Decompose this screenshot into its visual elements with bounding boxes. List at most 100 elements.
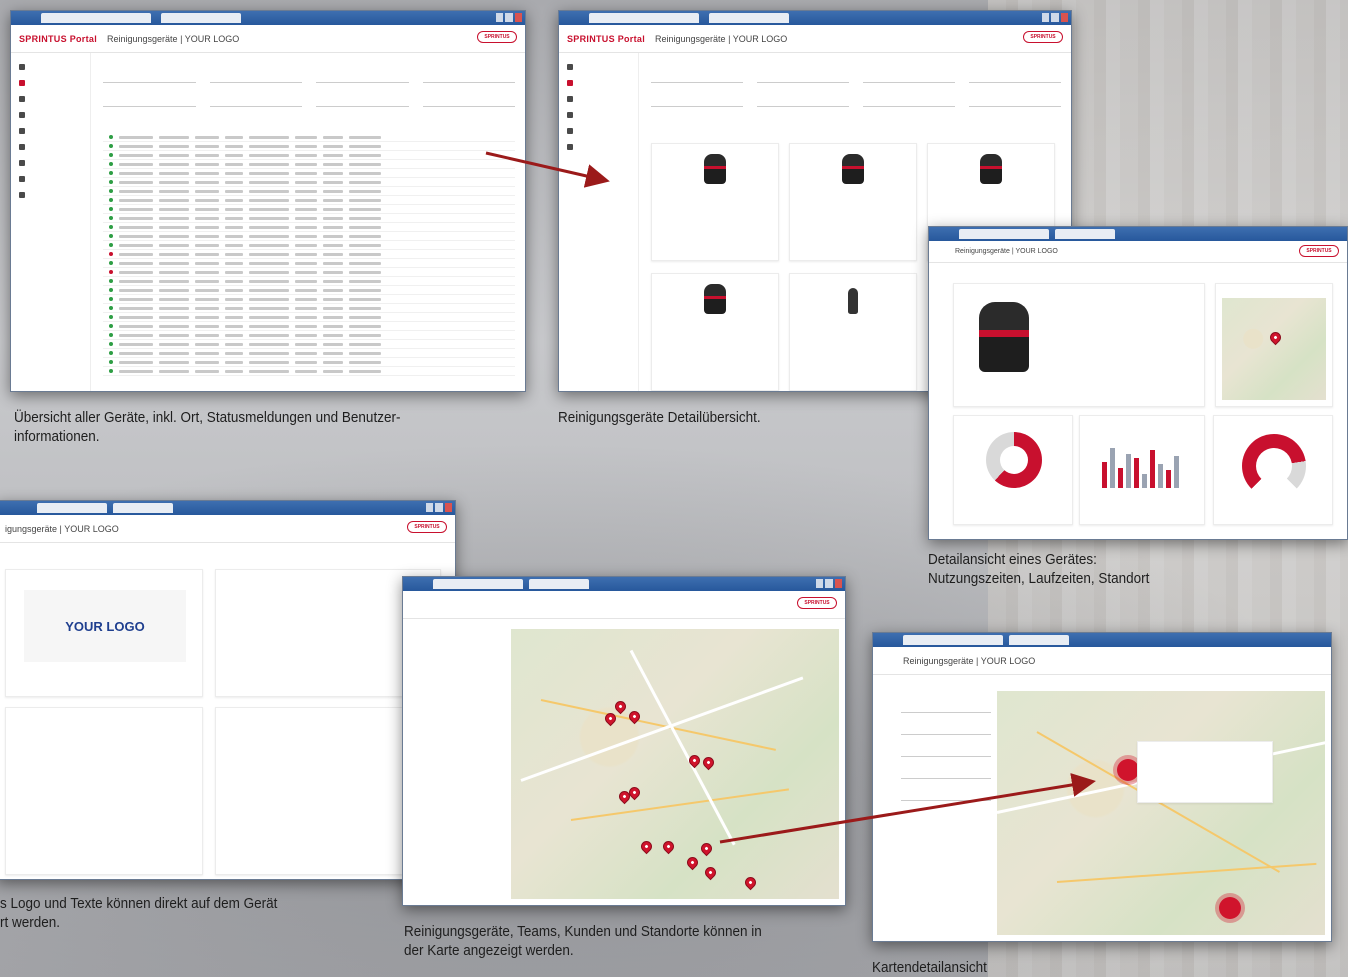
- app-header: igungsgeräte | YOUR LOGO SPRINTUS: [0, 515, 455, 543]
- filter-field[interactable]: [757, 73, 849, 83]
- table-row[interactable]: [103, 196, 515, 205]
- filter-field[interactable]: [103, 73, 196, 83]
- filter-field[interactable]: [209, 97, 302, 107]
- sidebar: [559, 53, 639, 391]
- filter-field[interactable]: [422, 73, 515, 83]
- sidebar-item-customers[interactable]: [559, 123, 638, 139]
- filter-field[interactable]: [863, 73, 955, 83]
- sidebar-item-admin[interactable]: [11, 187, 90, 203]
- donut-chart: [986, 432, 1042, 488]
- page-title: Reinigungsgeräte | YOUR LOGO: [903, 655, 1036, 666]
- vacuum-icon: [567, 80, 573, 86]
- table-row[interactable]: [103, 250, 515, 259]
- sidebar-item-tools[interactable]: [11, 171, 90, 187]
- sidebar-item-users[interactable]: [11, 107, 90, 123]
- caption-detail-overview: Reinigungsgeräte Detailübersicht.: [558, 409, 761, 426]
- table-row[interactable]: [103, 214, 515, 223]
- table-row[interactable]: [103, 178, 515, 187]
- filter-field[interactable]: [901, 747, 991, 757]
- filter-field[interactable]: [901, 791, 991, 801]
- filter-field[interactable]: [651, 73, 743, 83]
- sidebar-item-overview[interactable]: [559, 59, 638, 75]
- table-row[interactable]: [103, 133, 515, 142]
- table-row[interactable]: [103, 223, 515, 232]
- chart-icon: [19, 144, 25, 150]
- table-row[interactable]: [103, 349, 515, 358]
- app-header: Reinigungsgeräte | YOUR LOGO: [873, 647, 1331, 675]
- window-controls[interactable]: [816, 579, 842, 588]
- status-dot-icon: [109, 225, 113, 229]
- table-row[interactable]: [103, 340, 515, 349]
- table-row[interactable]: [103, 169, 515, 178]
- filter-field[interactable]: [316, 97, 409, 107]
- sidebar-item-devices[interactable]: [11, 75, 90, 91]
- filter-field[interactable]: [209, 73, 302, 83]
- table-row[interactable]: [103, 187, 515, 196]
- table-row[interactable]: [103, 268, 515, 277]
- device-card[interactable]: [789, 143, 917, 261]
- table-row[interactable]: [103, 367, 515, 376]
- sidebar-item-customers[interactable]: [11, 123, 90, 139]
- table-row[interactable]: [103, 286, 515, 295]
- sidebar-item-teams[interactable]: [559, 91, 638, 107]
- table-row[interactable]: [103, 241, 515, 250]
- filter-field[interactable]: [422, 97, 515, 107]
- germany-map[interactable]: [511, 629, 839, 899]
- filter-field[interactable]: [757, 97, 849, 107]
- status-dot-icon: [109, 351, 113, 355]
- status-dot-icon: [109, 207, 113, 211]
- filter-field[interactable]: [901, 703, 991, 713]
- sidebar-item-reports[interactable]: [11, 155, 90, 171]
- table-row[interactable]: [103, 277, 515, 286]
- cluster-popup: [1137, 741, 1273, 803]
- tools-icon: [19, 176, 25, 182]
- filter-field[interactable]: [651, 97, 743, 107]
- sidebar-item-stats[interactable]: [11, 139, 90, 155]
- vacuum-image: [979, 302, 1029, 372]
- device-card[interactable]: [789, 273, 917, 391]
- table-row[interactable]: [103, 331, 515, 340]
- city-map[interactable]: [996, 691, 1330, 935]
- filter-field[interactable]: [863, 97, 955, 107]
- table-row[interactable]: [103, 358, 515, 367]
- team-icon: [567, 96, 573, 102]
- window-controls[interactable]: [426, 503, 452, 512]
- status-dot-icon: [109, 324, 113, 328]
- window-controls[interactable]: [1042, 13, 1068, 22]
- sidebar-item-stats[interactable]: [559, 139, 638, 155]
- table-row[interactable]: [103, 205, 515, 214]
- device-card[interactable]: [651, 143, 779, 261]
- table-row[interactable]: [103, 313, 515, 322]
- sidebar-item-overview[interactable]: [11, 59, 90, 75]
- cluster-marker[interactable]: [1117, 759, 1139, 781]
- sidebar-item-devices[interactable]: [559, 75, 638, 91]
- cluster-marker[interactable]: [1219, 897, 1241, 919]
- table-row[interactable]: [103, 304, 515, 313]
- filter-field[interactable]: [901, 769, 991, 779]
- filter-field[interactable]: [316, 73, 409, 83]
- device-card[interactable]: [651, 273, 779, 391]
- brand-label: SPRINTUS Portal: [19, 33, 98, 44]
- table-row[interactable]: [103, 151, 515, 160]
- app-header: SPRINTUS Portal Reinigungsgeräte | YOUR …: [559, 25, 1071, 53]
- table-row[interactable]: [103, 259, 515, 268]
- table-row[interactable]: [103, 322, 515, 331]
- sidebar-item-users[interactable]: [559, 107, 638, 123]
- sidebar-item-teams[interactable]: [11, 91, 90, 107]
- filter-field[interactable]: [969, 97, 1061, 107]
- table-row[interactable]: [103, 232, 515, 241]
- grid-icon: [567, 64, 573, 70]
- table-row[interactable]: [103, 142, 515, 151]
- window-controls[interactable]: [496, 13, 522, 22]
- filter-field[interactable]: [103, 97, 196, 107]
- table-row[interactable]: [103, 295, 515, 304]
- filter-field[interactable]: [901, 725, 991, 735]
- vacuum-image: [842, 154, 864, 184]
- caption-map: Reinigungsgeräte, Teams, Kunden und Stan…: [404, 923, 762, 959]
- filter-field[interactable]: [969, 73, 1061, 83]
- user-icon: [567, 112, 573, 118]
- vacuum-icon: [19, 80, 25, 86]
- logo-preview[interactable]: YOUR LOGO: [24, 590, 186, 662]
- sidebar: [11, 53, 91, 391]
- table-row[interactable]: [103, 160, 515, 169]
